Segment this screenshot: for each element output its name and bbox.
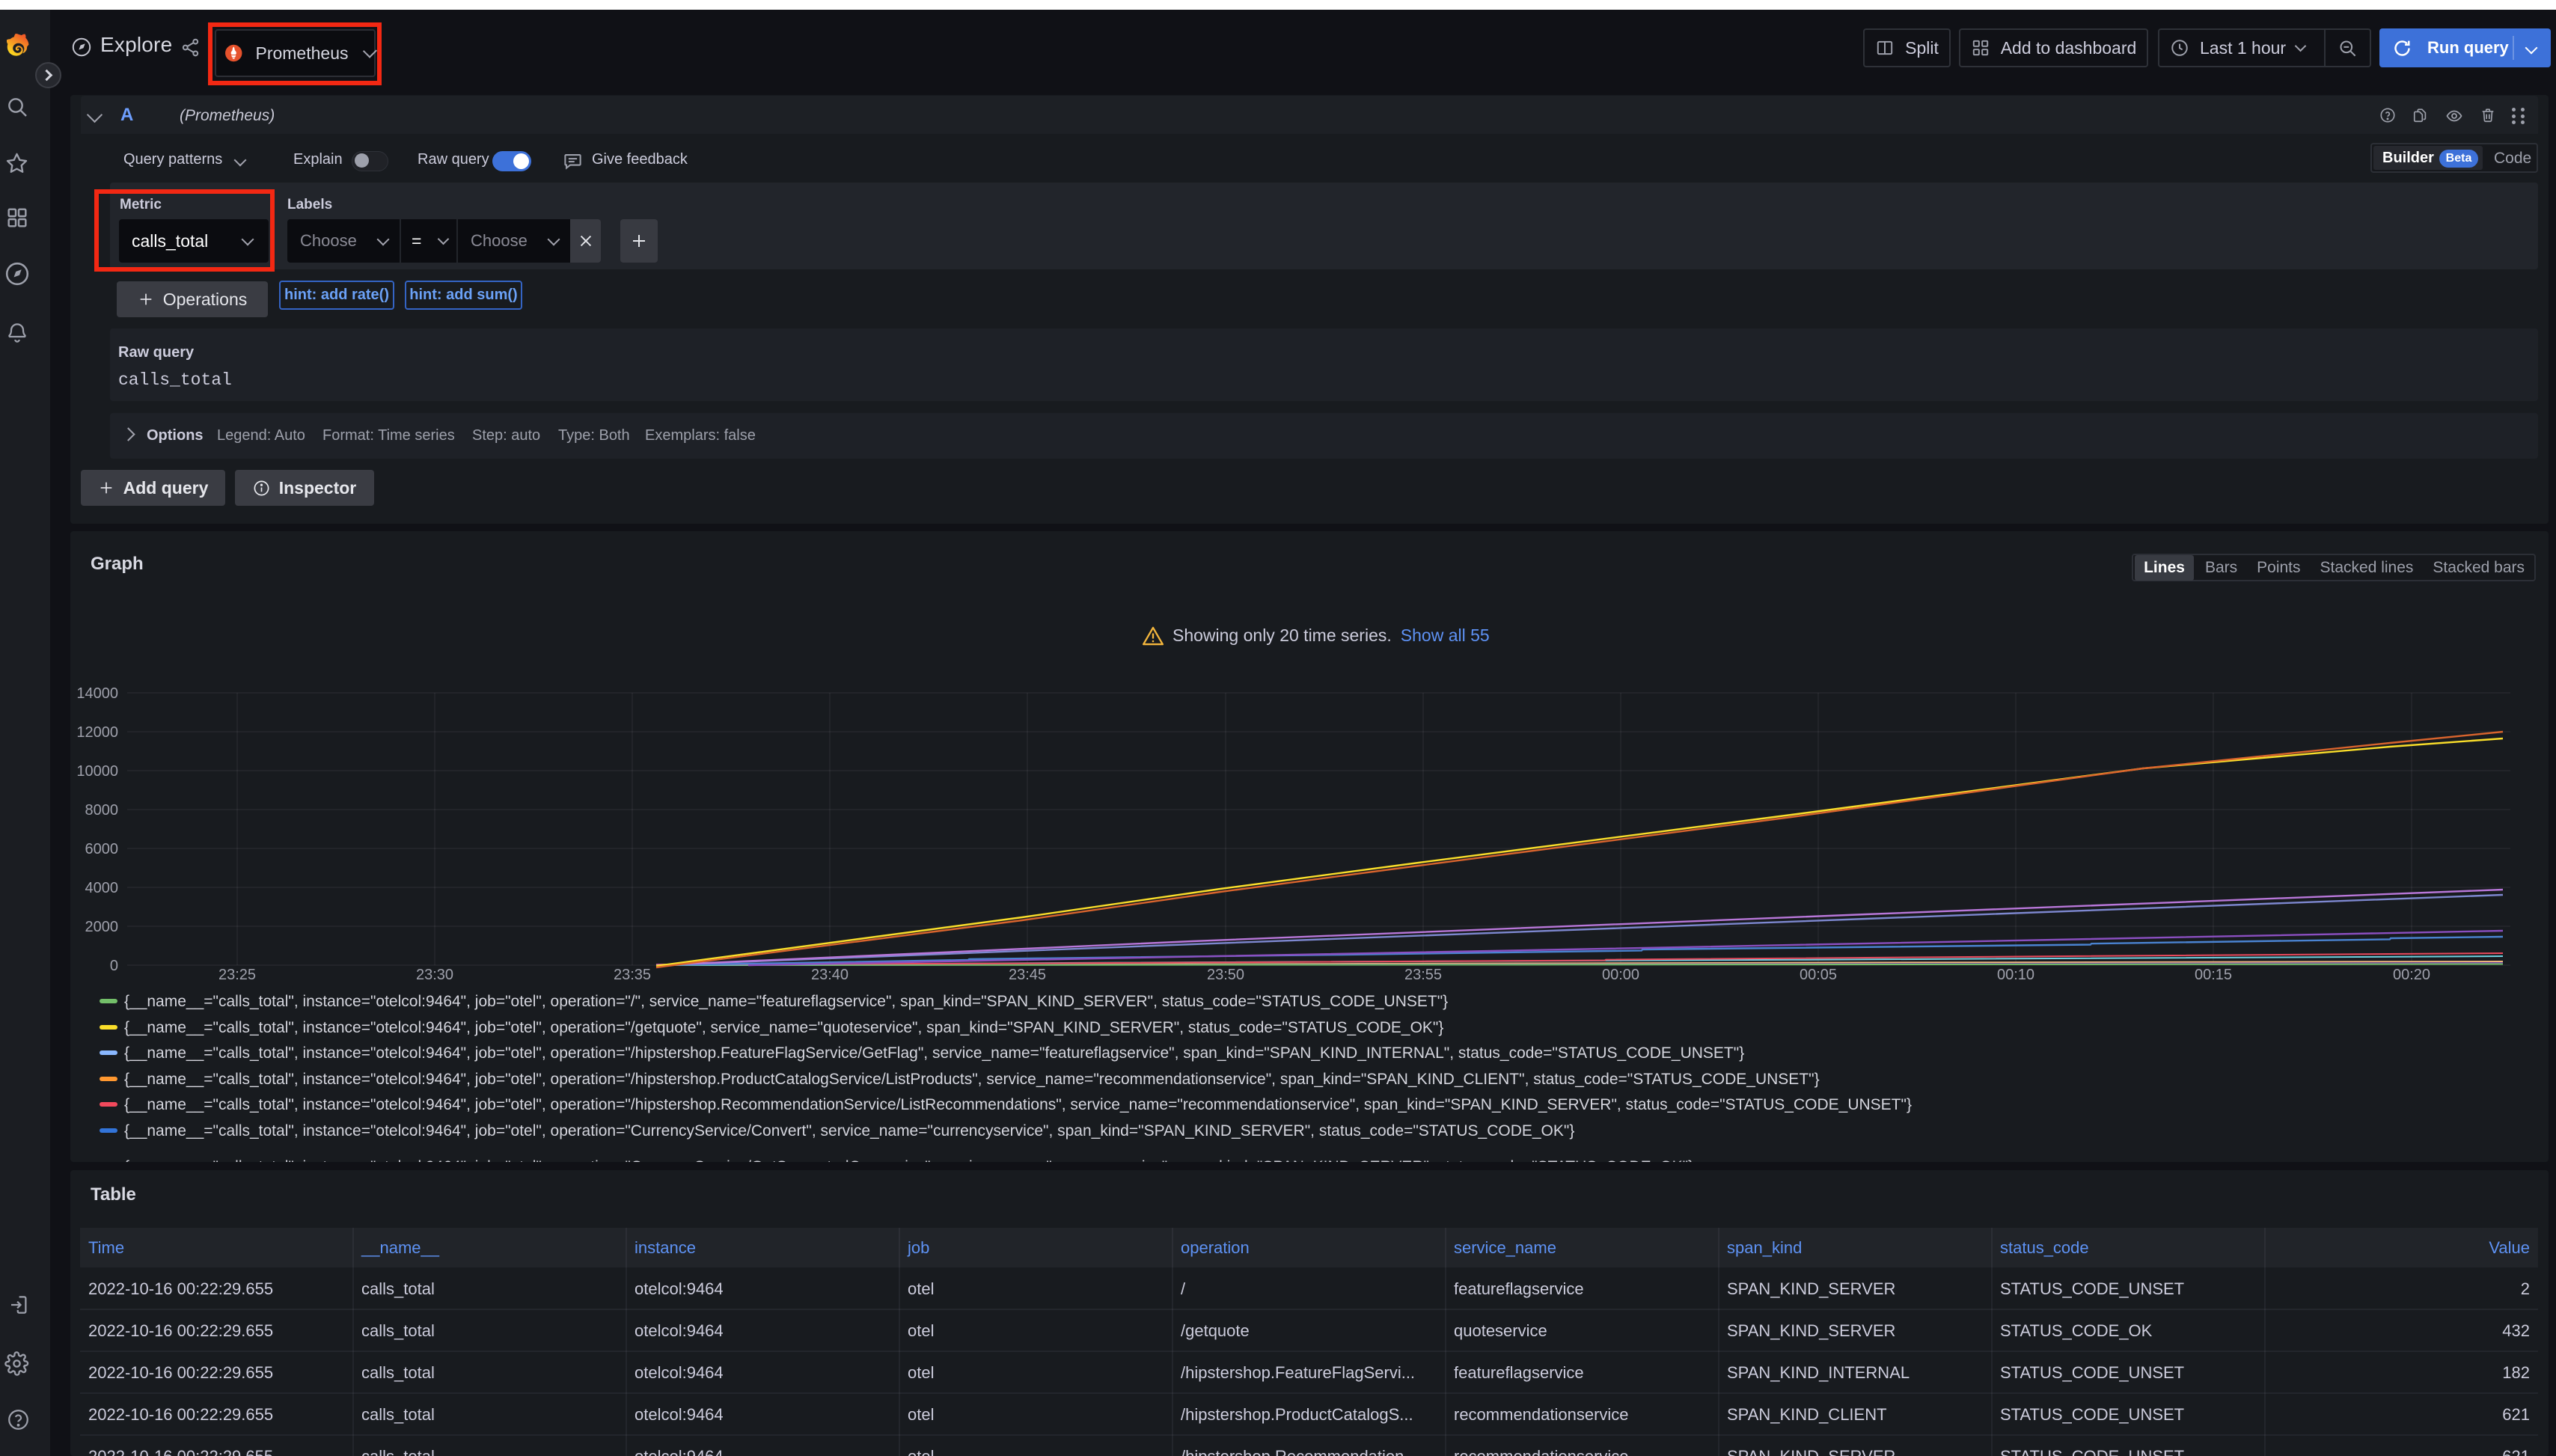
svg-text:00:00: 00:00 bbox=[1602, 967, 1639, 983]
svg-text:00:15: 00:15 bbox=[2195, 967, 2232, 983]
svg-text:14000: 14000 bbox=[76, 685, 118, 702]
svg-text:10000: 10000 bbox=[76, 763, 118, 780]
svg-text:8000: 8000 bbox=[85, 802, 119, 819]
svg-text:23:40: 23:40 bbox=[811, 967, 849, 983]
svg-text:12000: 12000 bbox=[76, 724, 118, 741]
svg-text:4000: 4000 bbox=[85, 880, 119, 896]
svg-text:23:25: 23:25 bbox=[218, 967, 256, 983]
svg-text:23:50: 23:50 bbox=[1207, 967, 1244, 983]
svg-text:2000: 2000 bbox=[85, 919, 119, 935]
svg-text:23:55: 23:55 bbox=[1404, 967, 1442, 983]
svg-text:23:35: 23:35 bbox=[614, 967, 651, 983]
svg-text:00:10: 00:10 bbox=[1997, 967, 2034, 983]
svg-text:6000: 6000 bbox=[85, 841, 119, 857]
svg-text:23:45: 23:45 bbox=[1009, 967, 1046, 983]
svg-text:0: 0 bbox=[110, 958, 118, 974]
svg-text:23:30: 23:30 bbox=[416, 967, 453, 983]
svg-text:00:20: 00:20 bbox=[2393, 967, 2430, 983]
svg-text:00:05: 00:05 bbox=[1800, 967, 1837, 983]
